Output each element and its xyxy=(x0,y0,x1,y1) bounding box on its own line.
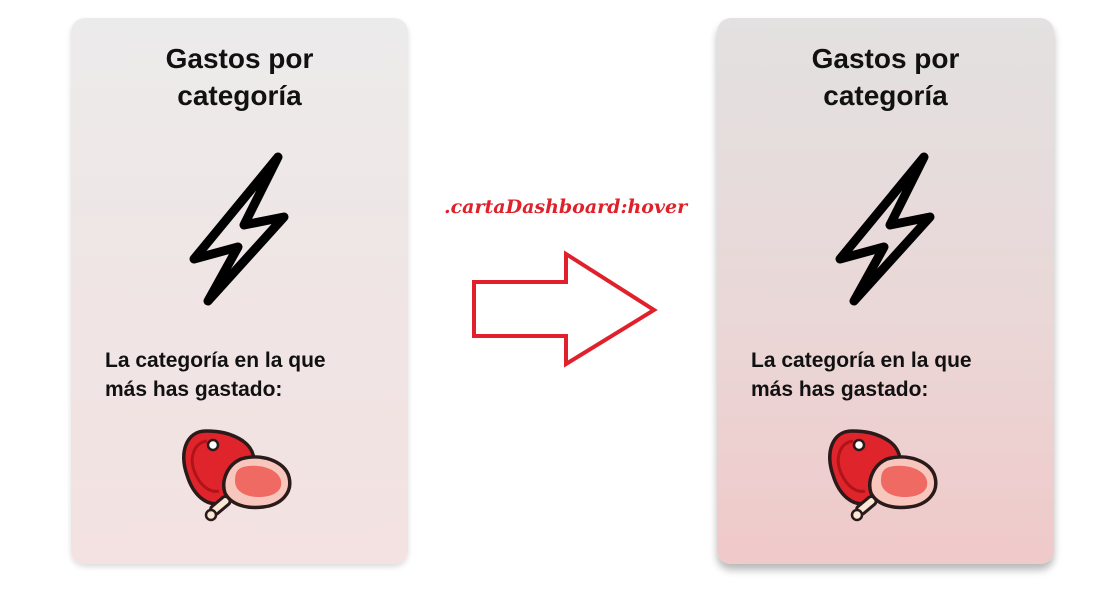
bolt-icon xyxy=(189,152,289,306)
card-title: Gastos por categoría xyxy=(811,43,960,111)
hover-selector-label: .cartaDashboard:hover xyxy=(444,196,688,218)
card-title: Gastos por categoría xyxy=(165,43,314,111)
arrow-right-icon xyxy=(472,250,658,368)
dashboard-card-normal[interactable]: Gastos por categoría La categoría en la … xyxy=(71,18,408,564)
bolt-icon xyxy=(835,152,935,306)
comparison-stage: Gastos por categoría La categoría en la … xyxy=(0,0,1097,590)
meat-icon xyxy=(828,429,938,522)
card-description: La categoría en la que más has gastado: xyxy=(751,349,972,401)
meat-icon xyxy=(182,429,292,522)
card-description: La categoría en la que más has gastado: xyxy=(105,349,326,401)
dashboard-card-hover[interactable]: Gastos por categoría La categoría en la … xyxy=(717,18,1054,564)
